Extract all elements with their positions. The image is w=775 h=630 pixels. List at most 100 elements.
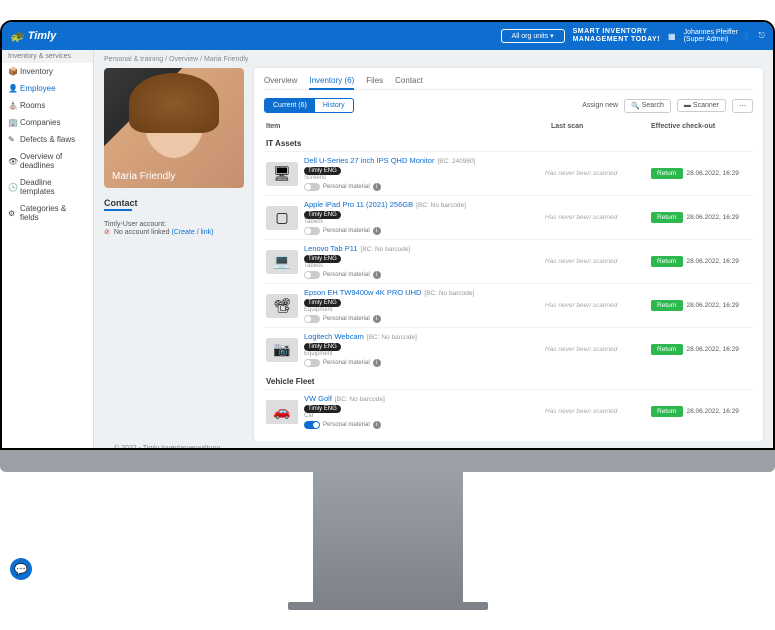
item-thumb: ▢ (266, 206, 298, 230)
sidebar-item-companies[interactable]: 🏢Companies (2, 114, 93, 131)
search-button[interactable]: 🔍Search (624, 99, 671, 113)
org-badge: Timly ENG (304, 405, 341, 413)
profile-name: Maria Friendly (112, 171, 175, 182)
search-icon: 🔍 (631, 102, 640, 110)
sidebar-item-categories[interactable]: ⚙Categories & fields (2, 200, 93, 226)
item-barcode: [BC: No barcode] (367, 334, 417, 341)
item-barcode: [BC: No barcode] (361, 246, 411, 253)
personal-material-toggle[interactable] (304, 315, 320, 323)
personal-material-toggle[interactable] (304, 227, 320, 235)
return-button[interactable]: Return (651, 344, 683, 355)
item-row[interactable]: 📷 Logitech Webcam[BC: No barcode] Timly … (264, 327, 753, 371)
pencil-icon: ✎ (8, 135, 16, 144)
item-row[interactable]: 🚗 VW Golf[BC: No barcode] Timly ENG Car … (264, 389, 753, 433)
sidebar-item-inventory[interactable]: 📦Inventory (2, 63, 93, 80)
breadcrumb-item: Maria Friendly (204, 56, 248, 63)
item-barcode: [BC: No barcode] (424, 290, 474, 297)
item-row[interactable]: 💻 Lenovo Tab P11[BC: No barcode] Timly E… (264, 239, 753, 283)
assign-new-link[interactable]: Assign new (582, 102, 618, 109)
create-link-action[interactable]: (Create / link) (171, 229, 213, 236)
sidebar-item-defects[interactable]: ✎Defects & flaws (2, 131, 93, 148)
chat-bubble-icon[interactable]: 💬 (10, 558, 32, 580)
user-role: (Super Admin) (684, 36, 738, 43)
org-badge: Timly ENG (304, 299, 341, 307)
sidebar-item-rooms[interactable]: ⛪Rooms (2, 97, 93, 114)
item-category: Screens (304, 175, 539, 181)
subtab-history[interactable]: History (315, 99, 353, 112)
item-title[interactable]: VW Golf (304, 394, 332, 403)
subtab-current[interactable]: Current (6) (265, 99, 315, 112)
item-title[interactable]: Apple iPad Pro 11 (2021) 256GB (304, 200, 413, 209)
item-barcode: [BC: 240960] (437, 158, 475, 165)
personal-material-toggle[interactable] (304, 421, 320, 429)
item-thumb: 📷 (266, 338, 298, 362)
org-badge: Timly ENG (304, 211, 341, 219)
logo-text: Timly (28, 30, 57, 42)
personal-material-label: Personal material (323, 184, 370, 190)
item-title[interactable]: Dell U-Series 27 inch IPS QHD Monitor (304, 156, 434, 165)
app-header: 🐢 Timly All org units ▾ SMART INVENTORY … (2, 22, 773, 50)
info-icon[interactable]: i (373, 227, 381, 235)
no-account-icon: ⊘ (104, 229, 110, 236)
contact-heading: Contact (104, 198, 244, 211)
item-thumb: 📽 (266, 294, 298, 318)
more-button[interactable]: ⋯ (732, 99, 753, 113)
last-scan-cell: Has never been scanned (545, 170, 645, 177)
org-badge: Timly ENG (304, 255, 341, 263)
return-button[interactable]: Return (651, 256, 683, 267)
item-row[interactable]: 📽 Epson EH TW9400w 4K PRO UHD[BC: No bar… (264, 283, 753, 327)
company-icon: 🏢 (8, 118, 16, 127)
return-button[interactable]: Return (651, 212, 683, 223)
item-category: Car (304, 413, 539, 419)
logout-icon[interactable]: ⎋ (759, 31, 765, 41)
item-title[interactable]: Epson EH TW9400w 4K PRO UHD (304, 288, 421, 297)
inventory-panel: Overview Inventory (6) Files Contact Cur… (254, 68, 763, 441)
info-icon[interactable]: i (373, 359, 381, 367)
return-button[interactable]: Return (651, 168, 683, 179)
breadcrumb-item[interactable]: Overview (169, 56, 198, 63)
org-unit-selector[interactable]: All org units ▾ (501, 29, 565, 43)
last-scan-cell: Has never been scanned (545, 346, 645, 353)
last-scan-cell: Has never been scanned (545, 214, 645, 221)
clock-icon: 🕓 (8, 183, 16, 192)
item-barcode: [BC: No barcode] (335, 396, 385, 403)
breadcrumb-item[interactable]: Personal & training (104, 56, 163, 63)
personal-material-label: Personal material (323, 422, 370, 428)
qr-icon[interactable]: ▦ (668, 32, 676, 41)
group-it-assets: IT Assets (264, 133, 753, 151)
building-icon: ⛪ (8, 101, 16, 110)
sidebar: Inventory & services 📦Inventory 👤Employe… (2, 50, 94, 448)
item-category: Equipment (304, 307, 539, 313)
scanner-button[interactable]: ▬Scanner (677, 99, 726, 112)
info-icon[interactable]: i (373, 315, 381, 323)
tab-inventory[interactable]: Inventory (6) (309, 76, 354, 90)
info-icon[interactable]: i (373, 271, 381, 279)
item-row[interactable]: ▢ Apple iPad Pro 11 (2021) 256GB[BC: No … (264, 195, 753, 239)
item-title[interactable]: Lenovo Tab P11 (304, 244, 358, 253)
info-icon[interactable]: i (373, 421, 381, 429)
tab-files[interactable]: Files (366, 76, 383, 85)
column-item: Item (266, 123, 551, 130)
personal-material-toggle[interactable] (304, 183, 320, 191)
eye-icon: 👁 (8, 157, 16, 166)
org-badge: Timly ENG (304, 167, 341, 175)
return-button[interactable]: Return (651, 300, 683, 311)
tab-overview[interactable]: Overview (264, 76, 297, 85)
group-vehicle-fleet: Vehicle Fleet (264, 371, 753, 389)
return-button[interactable]: Return (651, 406, 683, 417)
personal-material-toggle[interactable] (304, 271, 320, 279)
sidebar-item-deadline-templates[interactable]: 🕓Deadline templates (2, 174, 93, 200)
user-menu[interactable]: Johannes Pfeiffer (Super Admin) 👤 (684, 29, 751, 43)
last-scan-cell: Has never been scanned (545, 302, 645, 309)
item-title[interactable]: Logitech Webcam (304, 332, 364, 341)
item-row[interactable]: 🖥 Dell U-Series 27 inch IPS QHD Monitor[… (264, 151, 753, 195)
sidebar-item-overview-deadlines[interactable]: 👁Overview of deadlines (2, 148, 93, 174)
personal-material-toggle[interactable] (304, 359, 320, 367)
tab-contact[interactable]: Contact (395, 76, 423, 85)
subtabs: Current (6) History (264, 98, 354, 113)
gear-icon: ⚙ (8, 209, 16, 218)
profile-avatar: Maria Friendly (104, 68, 244, 188)
checkout-date: 28.06.2022, 16:29 (687, 346, 739, 353)
info-icon[interactable]: i (373, 183, 381, 191)
sidebar-item-employee[interactable]: 👤Employee (2, 80, 93, 97)
